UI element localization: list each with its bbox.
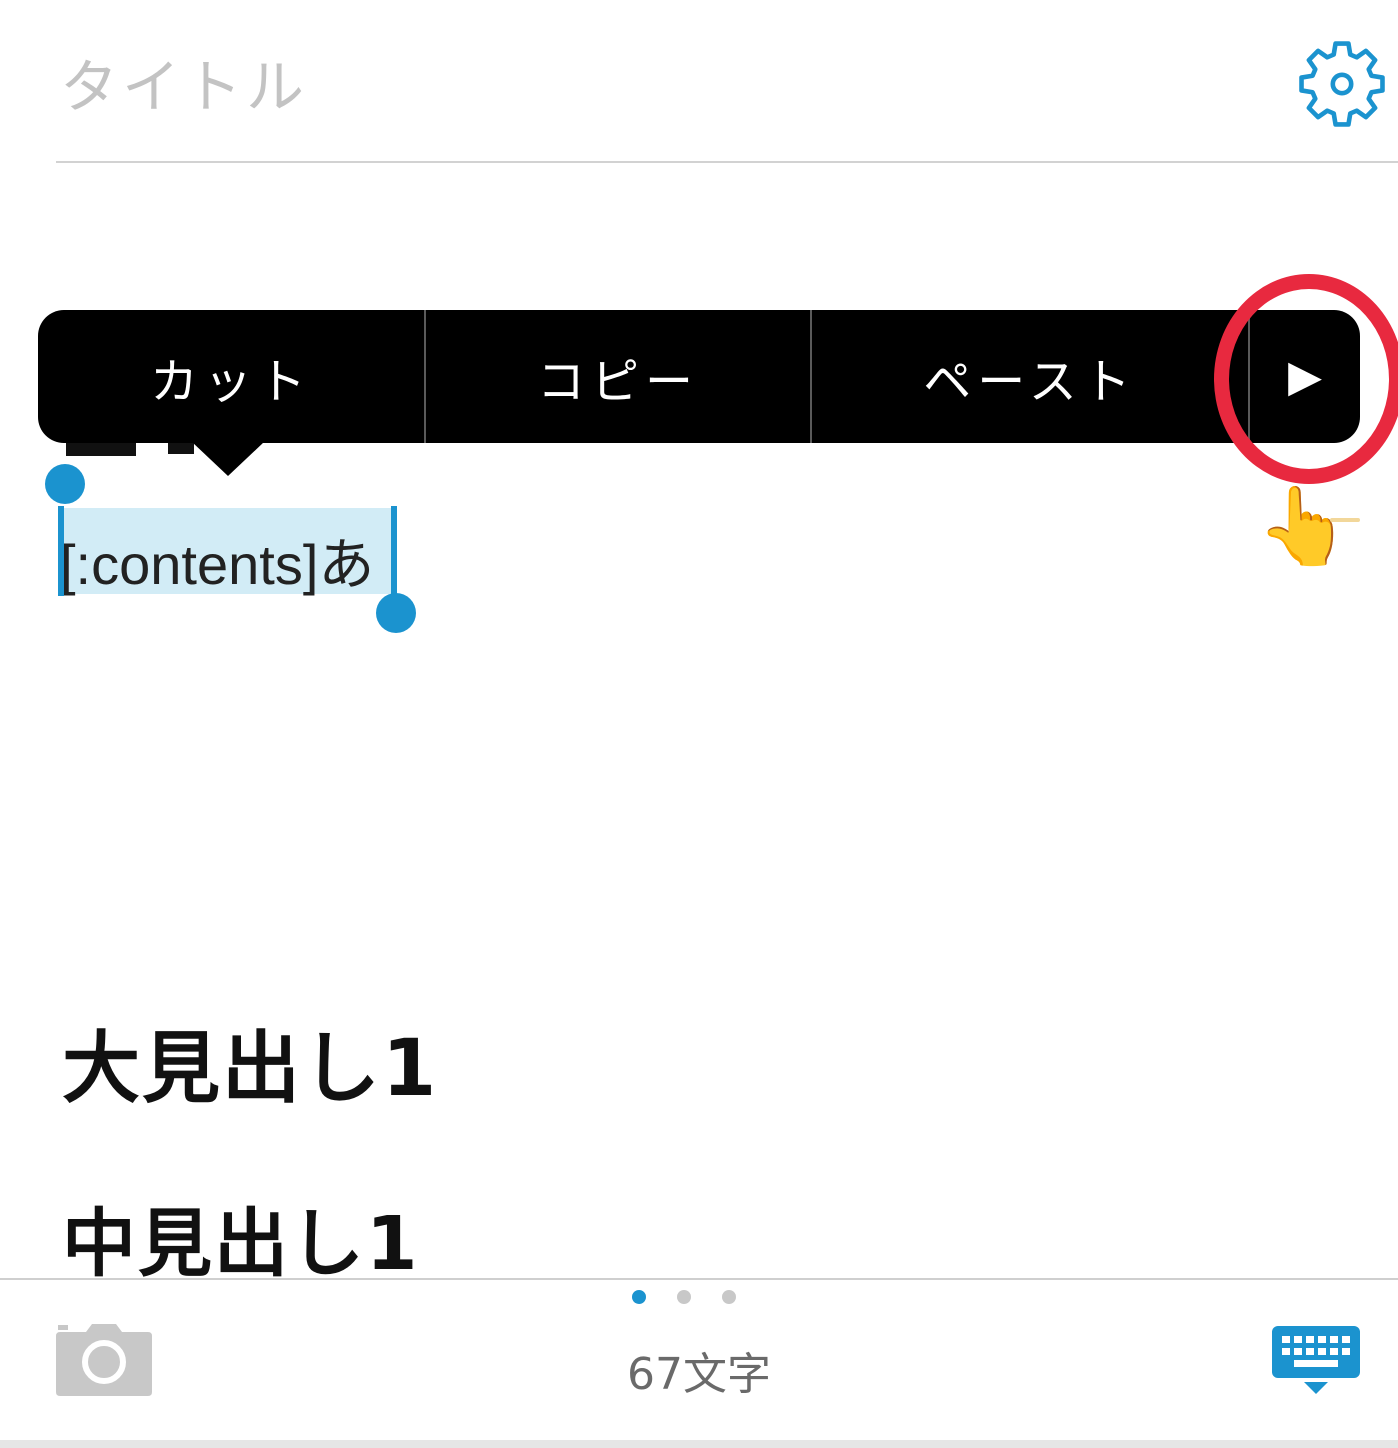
editor-screen: タイトル カット コピー ペースト ▶ 👆 [:contents]あ 大見出し1… [0, 0, 1398, 1448]
footer-divider [0, 1278, 1398, 1280]
gear-icon[interactable] [1296, 38, 1388, 130]
selection-start-caret [58, 506, 64, 596]
title-input[interactable]: タイトル [60, 40, 308, 124]
edit-context-menu: カット コピー ペースト ▶ [38, 310, 1360, 443]
copy-button[interactable]: コピー [426, 310, 810, 443]
paste-button[interactable]: ペースト [812, 310, 1248, 443]
header-divider [56, 161, 1398, 163]
tap-motion-mark [1330, 518, 1360, 522]
page-dot[interactable] [677, 1290, 691, 1304]
page-dot-active[interactable] [632, 1290, 646, 1304]
menu-pointer-arrow [192, 442, 264, 476]
page-indicator[interactable] [630, 1290, 740, 1304]
page-dot[interactable] [722, 1290, 736, 1304]
selection-end-handle[interactable] [376, 593, 416, 633]
highlight-circle-annotation [1214, 274, 1398, 484]
selected-text[interactable]: [:contents]あ [60, 520, 374, 601]
screen-bottom-edge [0, 1440, 1398, 1448]
keyboard-dismiss-icon[interactable] [1272, 1326, 1360, 1398]
character-count: 67文字 [627, 1349, 771, 1400]
pointing-hand-icon: 👆 [1256, 481, 1351, 570]
cut-button[interactable]: カット [38, 310, 424, 443]
selection-end-caret [391, 506, 397, 596]
heading-large[interactable]: 大見出し1 [62, 1006, 438, 1118]
selection-start-handle[interactable] [45, 464, 85, 504]
heading-medium[interactable]: 中見出し1 [62, 1184, 420, 1291]
